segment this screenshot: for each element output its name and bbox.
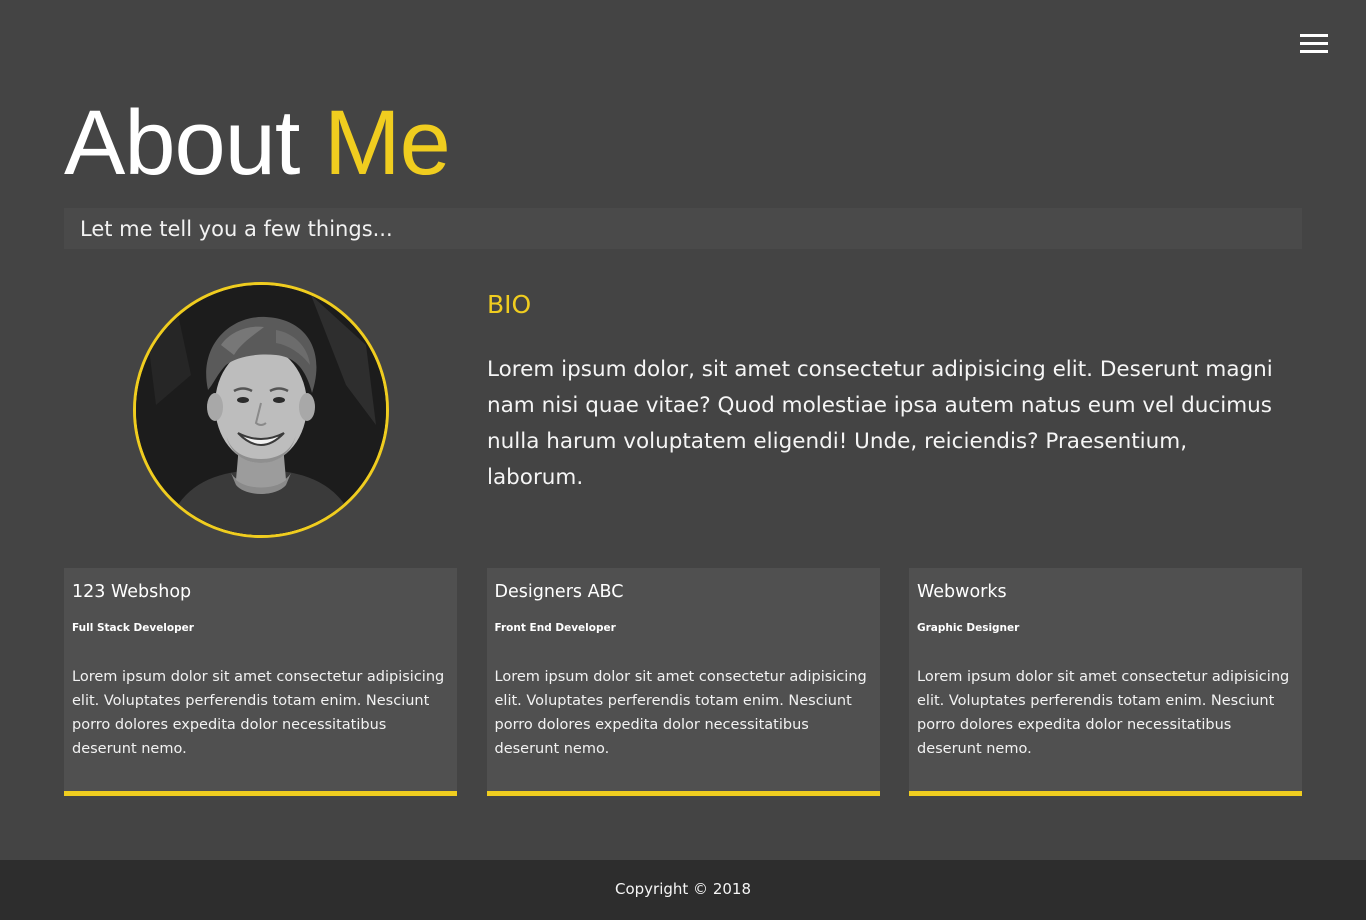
bio-text: Lorem ipsum dolor, sit amet consectetur … xyxy=(487,357,1273,490)
page-title-main: About xyxy=(64,92,300,194)
job-role: Front End Developer xyxy=(494,622,616,634)
job-card: 123 Webshop Full Stack Developer Lorem i… xyxy=(64,568,457,796)
footer: Copyright © 2018 xyxy=(0,860,1366,920)
page-title-accent: Me xyxy=(323,92,451,194)
bio-section: BIO Lorem ipsum dolor, sit amet consecte… xyxy=(487,288,1287,496)
jobs-list: 123 Webshop Full Stack Developer Lorem i… xyxy=(64,568,1302,796)
job-company: 123 Webshop xyxy=(72,582,192,602)
job-description: Lorem ipsum dolor sit amet consectetur a… xyxy=(917,669,1290,757)
copyright-text: Copyright © 2018 xyxy=(614,880,751,898)
lead-text: Let me tell you a few things... xyxy=(64,208,1302,249)
job-role: Full Stack Developer xyxy=(72,622,194,634)
job-card: Webworks Graphic Designer Lorem ipsum do… xyxy=(909,568,1302,796)
job-description: Lorem ipsum dolor sit amet consectetur a… xyxy=(72,669,445,757)
menu-bar xyxy=(1300,50,1328,53)
profile-portrait xyxy=(133,282,389,538)
job-description: Lorem ipsum dolor sit amet consectetur a… xyxy=(494,669,867,757)
page-title: About Me xyxy=(64,88,451,198)
job-card: Designers ABC Front End Developer Lorem … xyxy=(486,568,880,796)
job-company: Designers ABC xyxy=(494,582,624,602)
menu-bar xyxy=(1300,34,1328,37)
profile-photo-illustration xyxy=(136,285,386,535)
job-company: Webworks xyxy=(917,582,1007,602)
hamburger-menu-icon[interactable] xyxy=(1300,34,1330,56)
job-role: Graphic Designer xyxy=(917,622,1020,634)
bio-title: BIO xyxy=(487,290,532,319)
menu-bar xyxy=(1300,42,1328,45)
